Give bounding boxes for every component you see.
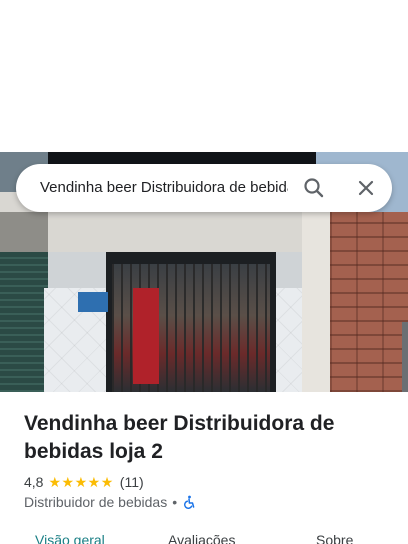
search-button[interactable] [300, 174, 328, 202]
star-icon: ★ [100, 474, 114, 490]
wheelchair-icon [184, 495, 195, 509]
search-bar[interactable]: Vendinha beer Distribuidora de bebidas l… [16, 164, 392, 212]
separator-dot: • [172, 494, 178, 510]
rating-value: 4,8 [24, 474, 44, 490]
place-title: Vendinha beer Distribuidora de bebidas l… [24, 412, 335, 463]
star-icon: ★ [61, 474, 75, 490]
tab-overview[interactable]: Visão geral [35, 532, 105, 544]
close-icon [358, 180, 374, 196]
tab-about[interactable]: Sobre [316, 532, 353, 544]
category-row: Distribuidor de bebidas • [24, 493, 196, 511]
top-blank-area [0, 0, 408, 152]
photo-brick-wall [330, 212, 408, 392]
star-icon: ★ [74, 474, 88, 490]
photo-roller-shutter [0, 252, 48, 392]
rating-row[interactable]: 4,8 ★ ★ ★ ★ ★ (11) [24, 473, 144, 491]
star-icon: ★ [87, 474, 101, 490]
search-input[interactable]: Vendinha beer Distribuidora de bebidas l… [40, 178, 288, 198]
clear-search-button[interactable] [352, 174, 380, 202]
place-category[interactable]: Distribuidor de bebidas [24, 494, 167, 510]
photo-poster [78, 292, 108, 312]
tab-reviews[interactable]: Avaliações [168, 532, 235, 544]
place-tabs: Visão geral Avaliações Sobre [0, 530, 408, 544]
review-count[interactable]: (11) [120, 474, 144, 490]
rating-stars: ★ ★ ★ ★ ★ [48, 475, 113, 489]
place-info-panel: Vendinha beer Distribuidora de bebidas l… [0, 392, 408, 544]
search-icon [304, 178, 324, 198]
photo-fridge [133, 288, 159, 384]
photo-edge [402, 322, 408, 392]
photo-pillar [302, 212, 332, 392]
star-icon: ★ [48, 474, 62, 490]
